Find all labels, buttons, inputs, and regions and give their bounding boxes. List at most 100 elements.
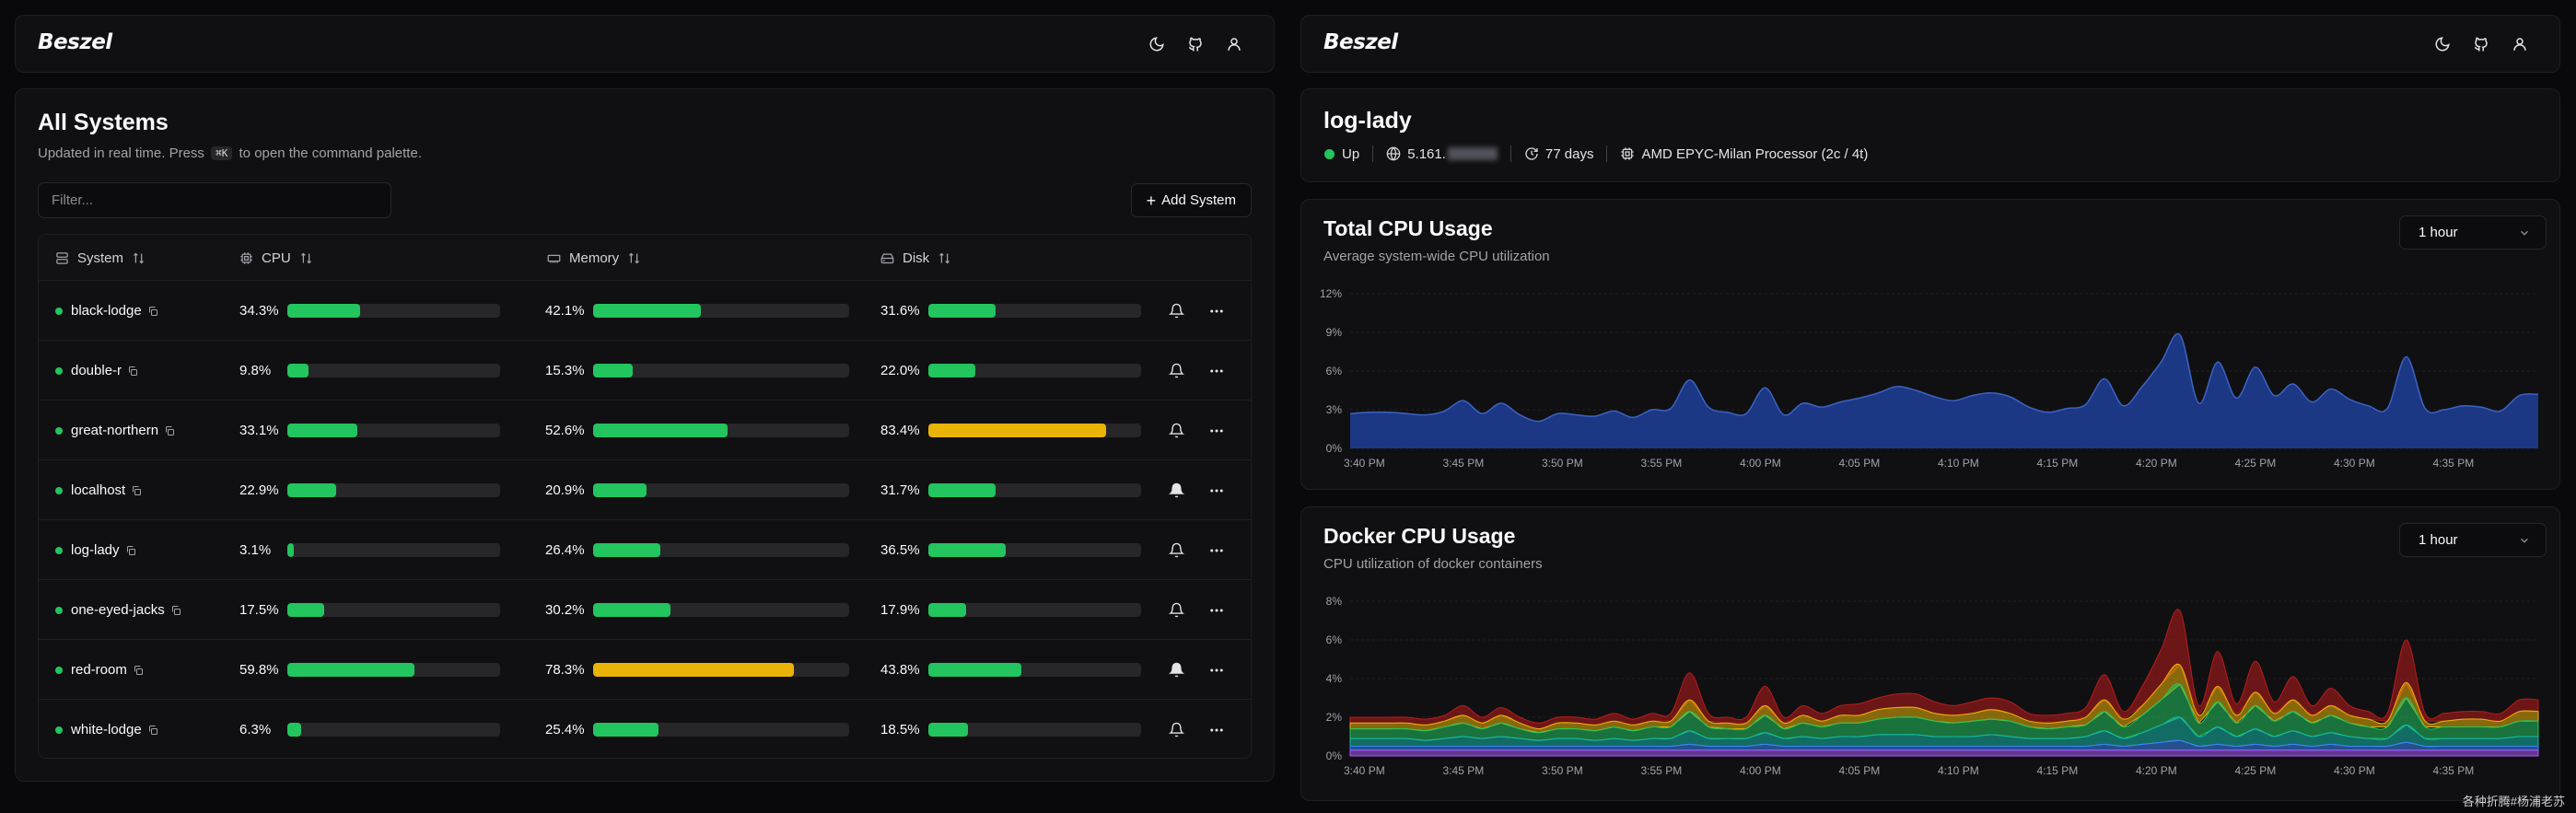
system-cell[interactable]: double-r [55, 341, 138, 401]
system-cell[interactable]: one-eyed-jacks [55, 580, 181, 640]
copy-icon[interactable] [164, 425, 175, 436]
more-horizontal-icon[interactable] [1208, 602, 1225, 619]
copy-icon[interactable] [133, 665, 144, 676]
beszel-logo[interactable]: Beszel [38, 30, 112, 54]
system-cell[interactable]: log-lady [55, 520, 136, 580]
alerts-cell[interactable] [1169, 580, 1184, 640]
subtitle-text-before: Updated in real time. Press [38, 145, 204, 161]
alerts-cell[interactable] [1169, 281, 1184, 341]
container-area-series [1349, 749, 2539, 757]
table-row[interactable]: white-lodge 6.3% 25.4% 18.5% [39, 700, 1251, 758]
more-horizontal-icon[interactable] [1208, 303, 1225, 319]
bell-icon[interactable] [1169, 423, 1184, 438]
actions-cell[interactable] [1208, 401, 1225, 460]
copy-icon[interactable] [147, 306, 158, 317]
more-horizontal-icon[interactable] [1208, 423, 1225, 439]
actions-cell[interactable] [1208, 460, 1225, 520]
more-horizontal-icon[interactable] [1208, 722, 1225, 738]
actions-cell[interactable] [1208, 700, 1225, 758]
more-horizontal-icon[interactable] [1208, 542, 1225, 559]
theme-moon-icon[interactable] [2432, 34, 2453, 54]
table-row[interactable]: localhost 22.9% 20.9% 31.7% [39, 460, 1251, 520]
copy-icon[interactable] [127, 366, 138, 377]
alerts-cell[interactable] [1169, 460, 1184, 520]
disk-bar-fill [928, 543, 1007, 557]
filter-input[interactable] [38, 182, 391, 218]
table-row[interactable]: one-eyed-jacks 17.5% 30.2% 17.9% [39, 580, 1251, 640]
table-row[interactable]: log-lady 3.1% 26.4% 36.5% [39, 520, 1251, 580]
system-name-link[interactable]: one-eyed-jacks [71, 602, 165, 618]
memory-percent: 15.3% [545, 363, 585, 378]
bell-icon[interactable] [1169, 722, 1184, 738]
actions-cell[interactable] [1208, 640, 1225, 700]
system-name-link[interactable]: white-lodge [71, 722, 142, 738]
column-memory[interactable]: Memory [547, 235, 641, 281]
bell-icon[interactable] [1169, 662, 1184, 678]
github-icon[interactable] [2471, 34, 2491, 54]
disk-bar-fill [928, 723, 968, 737]
actions-cell[interactable] [1208, 341, 1225, 401]
bell-icon[interactable] [1169, 482, 1184, 498]
bell-icon[interactable] [1169, 303, 1184, 319]
system-name-link[interactable]: red-room [71, 662, 127, 678]
copy-icon[interactable] [147, 725, 158, 736]
clock-arrow-icon [1525, 147, 1538, 160]
disk-percent: 17.9% [880, 602, 920, 618]
disk-cell: 22.0% [880, 341, 1141, 401]
alerts-cell[interactable] [1169, 700, 1184, 758]
y-tick-label: 6% [1325, 633, 1342, 646]
cpu-bar [287, 483, 500, 497]
copy-icon[interactable] [131, 485, 142, 496]
system-name-link[interactable]: black-lodge [71, 303, 142, 319]
column-cpu[interactable]: CPU [239, 235, 313, 281]
user-icon[interactable] [1224, 34, 1244, 54]
system-name-link[interactable]: localhost [71, 482, 125, 498]
user-icon[interactable] [2510, 34, 2530, 54]
table-row[interactable]: great-northern 33.1% 52.6% 83.4% [39, 401, 1251, 460]
add-system-button[interactable]: + Add System [1130, 183, 1252, 217]
alerts-cell[interactable] [1169, 401, 1184, 460]
theme-moon-icon[interactable] [1147, 34, 1167, 54]
bell-icon[interactable] [1169, 542, 1184, 558]
systems-table: System CPU Memory Disk black-lodge 34.3%… [38, 234, 1252, 759]
memory-bar [593, 603, 849, 617]
system-cell[interactable]: white-lodge [55, 700, 158, 758]
actions-cell[interactable] [1208, 520, 1225, 580]
system-name-link[interactable]: log-lady [71, 542, 120, 558]
bell-icon[interactable] [1169, 363, 1184, 378]
copy-icon[interactable] [170, 605, 181, 616]
table-row[interactable]: double-r 9.8% 15.3% 22.0% [39, 341, 1251, 401]
beszel-logo[interactable]: Beszel [1323, 30, 1398, 54]
more-horizontal-icon[interactable] [1208, 662, 1225, 679]
system-cell[interactable]: localhost [55, 460, 142, 520]
y-tick-label: 9% [1325, 326, 1342, 339]
memory-bar [593, 663, 849, 677]
system-name-link[interactable]: double-r [71, 363, 122, 378]
command-shortcut-kbd: ⌘K [211, 146, 233, 160]
table-row[interactable]: black-lodge 34.3% 42.1% 31.6% [39, 281, 1251, 341]
more-horizontal-icon[interactable] [1208, 482, 1225, 499]
actions-cell[interactable] [1208, 580, 1225, 640]
time-range-select[interactable]: 1 hour [2399, 523, 2547, 557]
memory-cell: 42.1% [545, 281, 849, 341]
alerts-cell[interactable] [1169, 341, 1184, 401]
alerts-cell[interactable] [1169, 520, 1184, 580]
alerts-cell[interactable] [1169, 640, 1184, 700]
system-cell[interactable]: great-northern [55, 401, 175, 460]
cpu-cell: 59.8% [239, 640, 500, 700]
github-icon[interactable] [1185, 34, 1206, 54]
table-row[interactable]: red-room 59.8% 78.3% 43.8% [39, 640, 1251, 700]
bell-icon[interactable] [1169, 602, 1184, 618]
actions-cell[interactable] [1208, 281, 1225, 341]
cpu-cell: 6.3% [239, 700, 500, 758]
system-cell[interactable]: black-lodge [55, 281, 158, 341]
column-disk[interactable]: Disk [880, 235, 951, 281]
more-horizontal-icon[interactable] [1208, 363, 1225, 379]
time-range-select[interactable]: 1 hour [2399, 215, 2547, 250]
disk-percent: 22.0% [880, 363, 920, 378]
system-cell[interactable]: red-room [55, 640, 144, 700]
system-name-link[interactable]: great-northern [71, 423, 158, 438]
column-system[interactable]: System [55, 235, 146, 281]
copy-icon[interactable] [125, 545, 136, 556]
add-system-label: Add System [1161, 192, 1236, 208]
